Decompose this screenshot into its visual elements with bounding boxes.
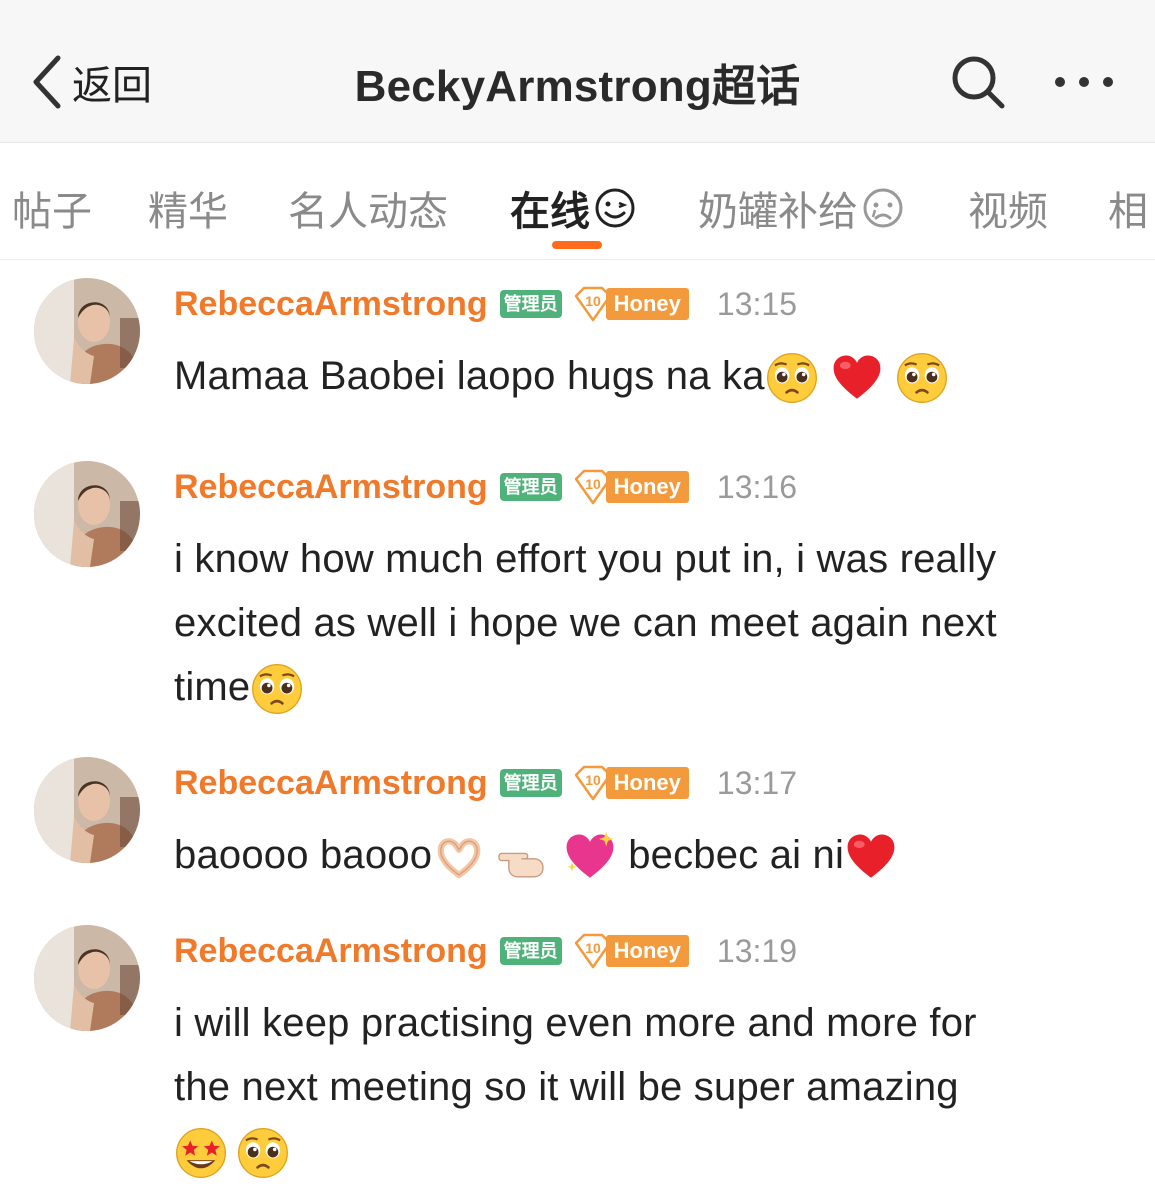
message-text-line: the next meeting so it will be super ama…: [174, 1065, 959, 1109]
message-text: i know how much effort you put in, i was…: [174, 527, 1114, 719]
sparkling-heart-icon: [563, 830, 617, 884]
level-number: 10: [585, 476, 601, 492]
message-time: 13:17: [716, 764, 797, 801]
message-time: 13:19: [716, 932, 797, 969]
nav-bar: 返回 BeckyArmstrong超话: [0, 0, 1155, 143]
tab-posts[interactable]: 帖子: [12, 179, 92, 237]
message-text-part: becbec ai ni: [628, 833, 845, 877]
tab-video[interactable]: 视频: [968, 179, 1048, 237]
level-number: 10: [585, 940, 601, 956]
pleading-face-icon: [895, 351, 949, 405]
honey-tag: Honey: [605, 935, 689, 967]
message-meta: RebeccaArmstrong 管理员 10 Honey 13:16: [174, 465, 797, 509]
message-time: 13:15: [716, 285, 797, 322]
admin-badge: 管理员: [499, 290, 562, 318]
message-text-line: Mamaa Baobei laopo hugs na ka: [174, 354, 765, 398]
message-meta: RebeccaArmstrong 管理员 10 Honey 13:19: [174, 929, 797, 973]
pleading-face-icon: [236, 1126, 290, 1180]
honey-tag: Honey: [605, 471, 689, 503]
username[interactable]: RebeccaArmstrong: [174, 285, 488, 324]
tab-label: 名人动态: [288, 190, 448, 234]
message-text: i will keep practising even more and mor…: [174, 991, 1114, 1183]
message-time: 13:16: [716, 468, 797, 505]
admin-badge: 管理员: [499, 473, 562, 501]
tab-label: 帖子: [12, 190, 92, 234]
crying-face-icon: [863, 188, 903, 228]
level-badge: 10 Honey: [572, 469, 689, 505]
red-heart-icon: [830, 351, 884, 405]
tab-label: 在线: [510, 190, 590, 234]
star-struck-icon: [174, 1126, 228, 1180]
admin-badge: 管理员: [499, 937, 562, 965]
tab-label: 奶罐补给: [698, 190, 858, 234]
level-badge: 10 Honey: [572, 286, 689, 322]
admin-badge: 管理员: [499, 769, 562, 797]
message-text-line: i will keep practising even more and mor…: [174, 1001, 977, 1045]
message-text-line: i know how much effort you put in, i was…: [174, 537, 997, 581]
message-text: Mamaa Baobei laopo hugs na ka: [174, 344, 1114, 408]
avatar[interactable]: [34, 461, 140, 567]
level-badge: 10 Honey: [572, 933, 689, 969]
tab-featured[interactable]: 精华: [148, 179, 228, 237]
tab-celebrity-updates[interactable]: 名人动态: [288, 179, 448, 237]
tab-milk-supply[interactable]: 奶罐补给: [698, 179, 904, 237]
message-meta: RebeccaArmstrong 管理员 10 Honey 13:15: [174, 282, 797, 326]
message-text-line: excited as well i hope we can meet again…: [174, 601, 997, 645]
message-text: baoooo baooo becbec ai ni: [174, 823, 1114, 887]
smiley-icon: [595, 188, 635, 228]
message-text-line: time: [174, 665, 251, 709]
username[interactable]: RebeccaArmstrong: [174, 764, 488, 803]
message-text-part: baoooo baooo: [174, 833, 433, 877]
avatar[interactable]: [34, 757, 140, 863]
level-number: 10: [585, 293, 601, 309]
avatar[interactable]: [34, 925, 140, 1031]
tab-strip: 帖子 精华 名人动态 在线 奶罐补给 视频 相: [0, 143, 1155, 260]
avatar[interactable]: [34, 278, 140, 384]
username[interactable]: RebeccaArmstrong: [174, 468, 488, 507]
username[interactable]: RebeccaArmstrong: [174, 932, 488, 971]
search-icon[interactable]: [948, 52, 1008, 112]
tab-album[interactable]: 相: [1108, 179, 1148, 237]
level-badge: 10 Honey: [572, 765, 689, 801]
tab-label: 精华: [148, 190, 228, 234]
active-tab-indicator: [552, 241, 602, 249]
pointing-hand-icon: [498, 830, 552, 884]
message-meta: RebeccaArmstrong 管理员 10 Honey 13:17: [174, 761, 797, 805]
tab-online[interactable]: 在线: [510, 179, 636, 237]
pleading-face-icon: [765, 351, 819, 405]
tab-label: 视频: [968, 190, 1048, 234]
more-icon[interactable]: [1052, 62, 1116, 102]
red-heart-icon: [844, 830, 898, 884]
pleading-face-icon: [250, 662, 304, 716]
honey-tag: Honey: [605, 767, 689, 799]
heart-hands-icon: [432, 830, 486, 884]
level-number: 10: [585, 772, 601, 788]
tab-label: 相: [1108, 190, 1148, 234]
honey-tag: Honey: [605, 288, 689, 320]
